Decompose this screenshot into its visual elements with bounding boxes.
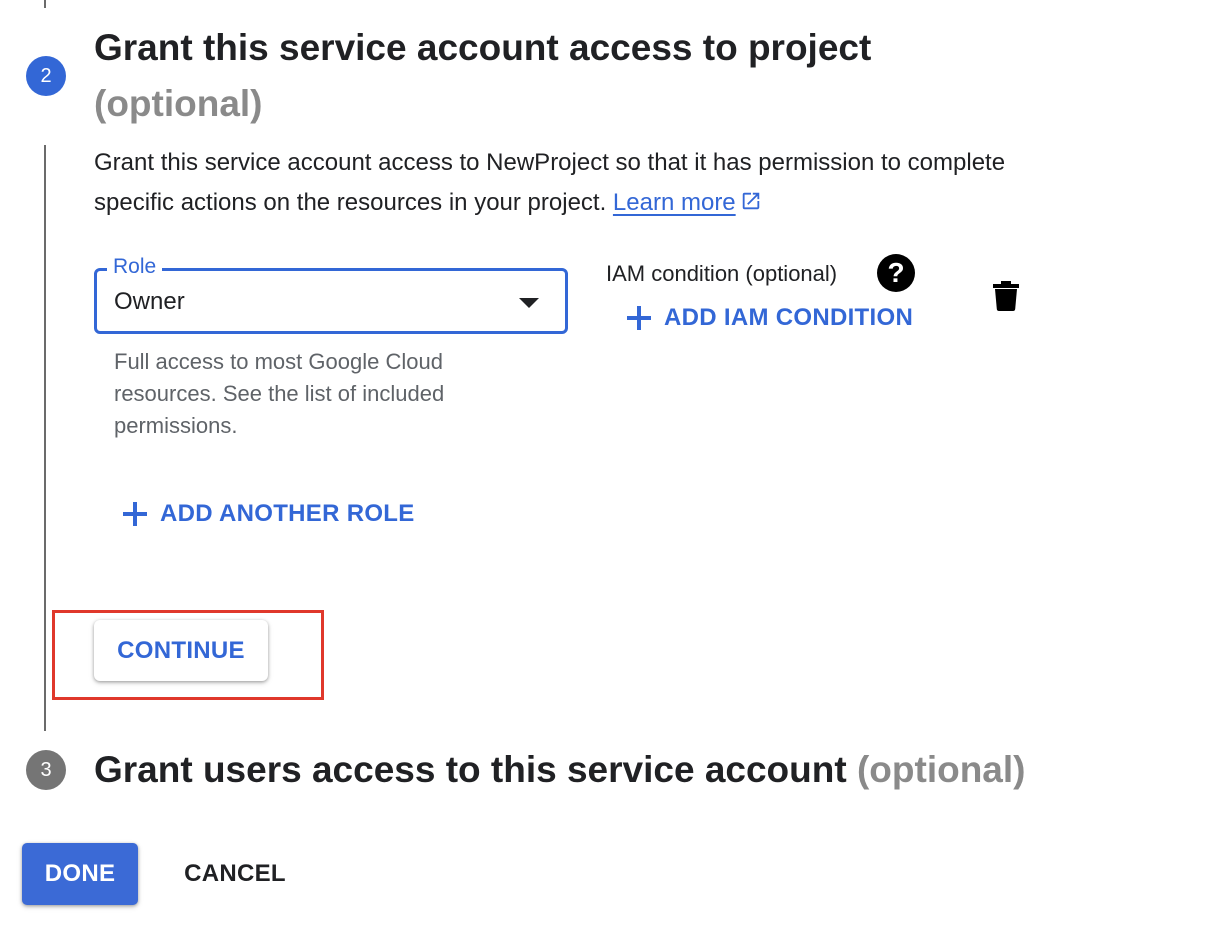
done-button[interactable]: DONE [22, 843, 138, 905]
trash-icon[interactable] [993, 281, 1019, 311]
role-select[interactable]: Role Owner [94, 254, 568, 334]
step-3-optional: (optional) [856, 749, 1026, 790]
learn-more-link[interactable]: Learn more [613, 189, 736, 216]
add-iam-condition-button[interactable]: ADD IAM CONDITION [626, 298, 913, 338]
add-another-role-label: ADD ANOTHER ROLE [160, 500, 415, 527]
plus-icon [122, 501, 148, 527]
role-helper-text: Full access to most Google Cloud resourc… [114, 349, 445, 438]
help-icon[interactable]: ? [877, 254, 915, 292]
role-label: Role [107, 254, 163, 280]
cancel-button[interactable]: CANCEL [168, 843, 302, 905]
step-3-title: Grant users access to this service accou… [94, 749, 847, 790]
add-another-role-button[interactable]: ADD ANOTHER ROLE [122, 494, 415, 534]
caret-down-icon [519, 298, 539, 308]
add-iam-condition-label: ADD IAM CONDITION [664, 304, 914, 331]
role-value: Owner [114, 288, 185, 315]
step-2-optional: (optional) [94, 83, 263, 124]
learn-more-label: Learn more [612, 189, 736, 216]
step-2-description: Grant this service account access to New… [94, 143, 1054, 225]
step-2-title: Grant this service account access to pro… [94, 27, 872, 68]
description-text: Grant this service account access to New… [94, 149, 1006, 216]
step-2-badge: 2 [26, 56, 66, 96]
step-connector-top [44, 0, 46, 8]
service-account-wizard: 2 Grant this service account access to p… [0, 0, 1216, 952]
step-3-header[interactable]: Grant users access to this service accou… [94, 742, 1025, 798]
continue-button[interactable]: CONTINUE [94, 620, 268, 681]
step-connector [44, 145, 46, 731]
step-3-badge: 3 [26, 750, 66, 790]
iam-condition-label: IAM condition (optional) [606, 261, 838, 286]
external-link-icon[interactable] [740, 185, 762, 225]
plus-icon [626, 305, 652, 331]
